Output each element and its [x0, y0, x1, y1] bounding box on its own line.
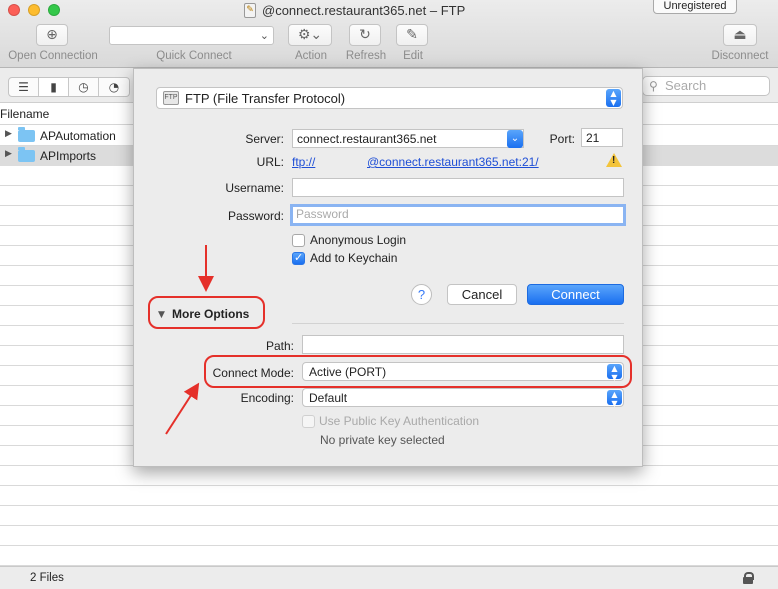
arrow-to-connect-mode — [165, 382, 200, 435]
annotation-arrows — [165, 245, 214, 435]
